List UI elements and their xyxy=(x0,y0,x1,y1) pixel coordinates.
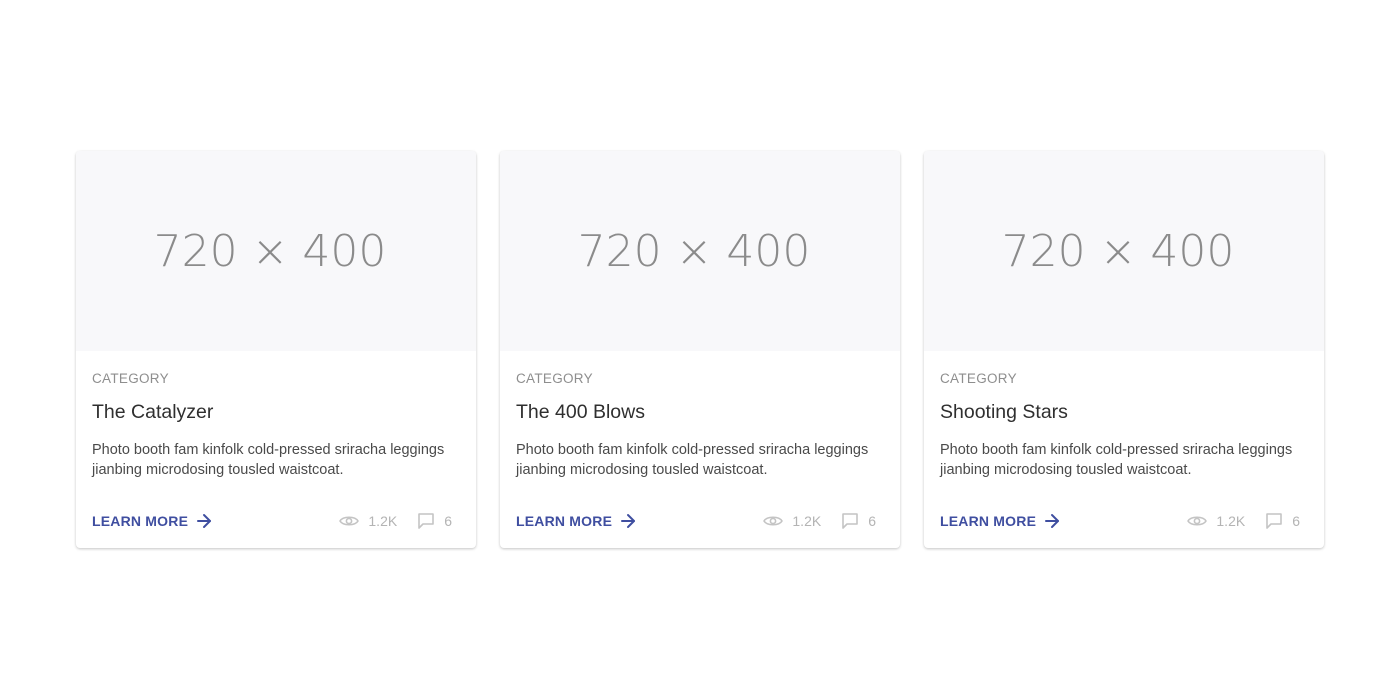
card-category: CATEGORY xyxy=(940,371,1017,386)
learn-more-link[interactable]: LEARN MORE xyxy=(516,513,636,529)
comments-count: 6 xyxy=(444,513,452,529)
views-count: 1.2K xyxy=(368,513,398,529)
comments-stat: 6 xyxy=(1265,512,1300,530)
views-count: 1.2K xyxy=(1216,513,1246,529)
card-category: CATEGORY xyxy=(92,371,169,386)
comment-icon xyxy=(418,513,435,529)
image-placeholder-label: 720 × 400 xyxy=(577,225,811,277)
card-body: CATEGORY The Catalyzer Photo booth fam k… xyxy=(76,371,476,480)
learn-more-link[interactable]: LEARN MORE xyxy=(940,513,1060,529)
card-stats: 1.2K 6 xyxy=(339,512,452,530)
eye-icon xyxy=(763,516,784,526)
eye-icon xyxy=(1187,516,1208,526)
card-stats: 1.2K 6 xyxy=(1187,512,1300,530)
learn-more-label: LEARN MORE xyxy=(516,513,613,529)
card-image-placeholder: 720 × 400 xyxy=(500,151,900,351)
comment-icon xyxy=(1266,513,1283,529)
card-description: Photo booth fam kinfolk cold-pressed sri… xyxy=(92,442,445,478)
views-stat: 1.2K xyxy=(1187,513,1245,529)
card-description: Photo booth fam kinfolk cold-pressed sri… xyxy=(516,442,869,478)
card-image-placeholder: 720 × 400 xyxy=(76,151,476,351)
card: 720 × 400 CATEGORY Shooting Stars Photo … xyxy=(924,151,1324,548)
comments-count: 6 xyxy=(1292,513,1300,529)
card-stats: 1.2K 6 xyxy=(763,512,876,530)
card-image-placeholder: 720 × 400 xyxy=(924,151,1324,351)
comments-stat: 6 xyxy=(841,512,876,530)
learn-more-label: LEARN MORE xyxy=(940,513,1037,529)
comments-stat: 6 xyxy=(417,512,452,530)
card-description: Photo booth fam kinfolk cold-pressed sri… xyxy=(940,442,1293,478)
card-footer: LEARN MORE 1.2K 6 xyxy=(516,511,876,531)
views-stat: 1.2K xyxy=(763,513,821,529)
views-stat: 1.2K xyxy=(339,513,397,529)
learn-more-label: LEARN MORE xyxy=(92,513,189,529)
arrow-right-icon xyxy=(621,514,636,528)
card-body: CATEGORY Shooting Stars Photo booth fam … xyxy=(924,371,1324,480)
eye-icon xyxy=(339,516,360,526)
arrow-right-icon xyxy=(197,514,212,528)
card-grid: 720 × 400 CATEGORY The Catalyzer Photo b… xyxy=(76,151,1324,548)
card-category: CATEGORY xyxy=(516,371,593,386)
image-placeholder-label: 720 × 400 xyxy=(1001,225,1235,277)
card-body: CATEGORY The 400 Blows Photo booth fam k… xyxy=(500,371,900,480)
image-placeholder-label: 720 × 400 xyxy=(153,225,387,277)
card: 720 × 400 CATEGORY The Catalyzer Photo b… xyxy=(76,151,476,548)
learn-more-link[interactable]: LEARN MORE xyxy=(92,513,212,529)
card-title: The Catalyzer xyxy=(92,401,214,423)
card-footer: LEARN MORE 1.2K 6 xyxy=(940,511,1300,531)
card: 720 × 400 CATEGORY The 400 Blows Photo b… xyxy=(500,151,900,548)
card-title: Shooting Stars xyxy=(940,401,1068,423)
comment-icon xyxy=(842,513,859,529)
views-count: 1.2K xyxy=(792,513,822,529)
comments-count: 6 xyxy=(868,513,876,529)
arrow-right-icon xyxy=(1045,514,1060,528)
card-title: The 400 Blows xyxy=(516,401,645,423)
card-footer: LEARN MORE 1.2K 6 xyxy=(92,511,452,531)
